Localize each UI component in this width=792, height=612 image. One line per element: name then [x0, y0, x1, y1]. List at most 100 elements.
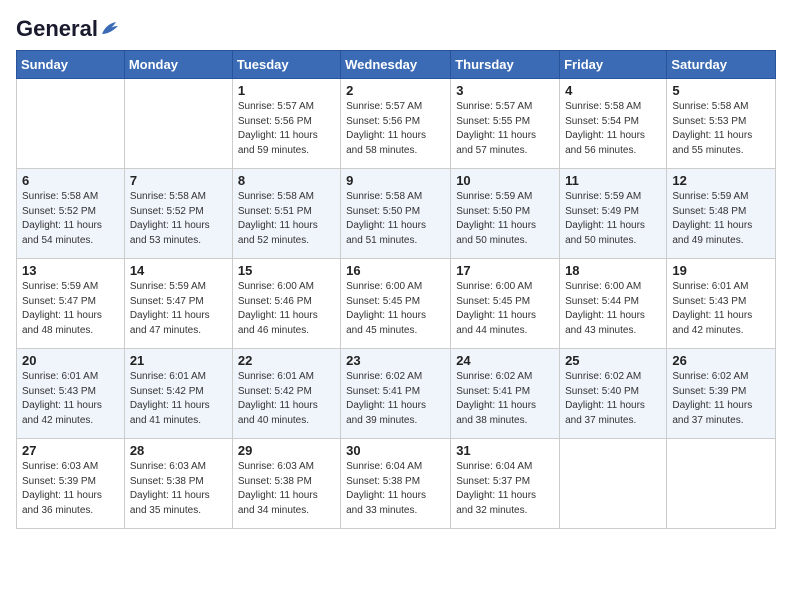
weekday-header-row: SundayMondayTuesdayWednesdayThursdayFrid… — [17, 51, 776, 79]
weekday-header-friday: Friday — [560, 51, 667, 79]
weekday-header-saturday: Saturday — [667, 51, 776, 79]
day-number: 6 — [22, 173, 119, 188]
day-info: Sunrise: 6:02 AMSunset: 5:40 PMDaylight:… — [565, 370, 661, 428]
day-info: Sunrise: 6:04 AMSunset: 5:37 PMDaylight:… — [456, 460, 554, 518]
day-number: 26 — [672, 353, 770, 368]
day-info: Sunrise: 5:59 AMSunset: 5:50 PMDaylight:… — [456, 190, 554, 248]
day-info: Sunrise: 5:59 AMSunset: 5:48 PMDaylight:… — [672, 190, 770, 248]
day-info: Sunrise: 6:02 AMSunset: 5:41 PMDaylight:… — [346, 370, 445, 428]
day-number: 13 — [22, 263, 119, 278]
calendar-cell: 14Sunrise: 5:59 AMSunset: 5:47 PMDayligh… — [124, 259, 232, 349]
day-number: 28 — [130, 443, 227, 458]
day-info: Sunrise: 5:58 AMSunset: 5:54 PMDaylight:… — [565, 100, 661, 158]
weekday-header-sunday: Sunday — [17, 51, 125, 79]
calendar-cell: 31 Sunrise: 6:04 AMSunset: 5:37 PMDayligh… — [451, 439, 560, 529]
day-info: Sunrise: 6:04 AMSunset: 5:38 PMDaylight:… — [346, 460, 445, 518]
calendar-cell — [17, 79, 125, 169]
day-info: Sunrise: 6:01 AMSunset: 5:43 PMDaylight:… — [672, 280, 770, 338]
day-number: 1 — [238, 83, 335, 98]
day-info: Sunrise: 6:03 AMSunset: 5:39 PMDaylight:… — [22, 460, 119, 518]
day-info: Sunrise: 5:59 AMSunset: 5:47 PMDaylight:… — [22, 280, 119, 338]
day-info: Sunrise: 6:01 AMSunset: 5:42 PMDaylight:… — [238, 370, 335, 428]
weekday-header-tuesday: Tuesday — [232, 51, 340, 79]
calendar-cell: 7Sunrise: 5:58 AMSunset: 5:52 PMDaylight… — [124, 169, 232, 259]
calendar-cell: 27 Sunrise: 6:03 AMSunset: 5:39 PMDayligh… — [17, 439, 125, 529]
day-number: 14 — [130, 263, 227, 278]
day-info: Sunrise: 5:57 AMSunset: 5:56 PMDaylight:… — [346, 100, 445, 158]
day-number: 2 — [346, 83, 445, 98]
calendar-cell: 6 Sunrise: 5:58 AMSunset: 5:52 PMDaylight… — [17, 169, 125, 259]
day-number: 20 — [22, 353, 119, 368]
calendar-cell: 28 Sunrise: 6:03 AMSunset: 5:38 PMDayligh… — [124, 439, 232, 529]
day-number: 16 — [346, 263, 445, 278]
day-info: Sunrise: 6:02 AMSunset: 5:41 PMDaylight:… — [456, 370, 554, 428]
day-number: 27 — [22, 443, 119, 458]
day-info: Sunrise: 6:03 AMSunset: 5:38 PMDaylight:… — [130, 460, 227, 518]
calendar-cell: 21 Sunrise: 6:01 AMSunset: 5:42 PMDayligh… — [124, 349, 232, 439]
day-info: Sunrise: 5:59 AMSunset: 5:49 PMDaylight:… — [565, 190, 661, 248]
day-info: Sunrise: 6:00 AMSunset: 5:46 PMDaylight:… — [238, 280, 335, 338]
calendar-cell: 4 Sunrise: 5:58 AMSunset: 5:54 PMDaylight… — [560, 79, 667, 169]
day-info: Sunrise: 6:00 AMSunset: 5:45 PMDaylight:… — [456, 280, 554, 338]
calendar-cell: 23 Sunrise: 6:02 AMSunset: 5:41 PMDayligh… — [341, 349, 451, 439]
day-number: 12 — [672, 173, 770, 188]
calendar-cell: 19Sunrise: 6:01 AMSunset: 5:43 PMDayligh… — [667, 259, 776, 349]
calendar-body: 1 Sunrise: 5:57 AMSunset: 5:56 PMDaylight… — [17, 79, 776, 529]
calendar-week-row: 27 Sunrise: 6:03 AMSunset: 5:39 PMDayligh… — [17, 439, 776, 529]
weekday-header-monday: Monday — [124, 51, 232, 79]
day-number: 23 — [346, 353, 445, 368]
day-info: Sunrise: 5:57 AMSunset: 5:56 PMDaylight:… — [238, 100, 335, 158]
page-header: General — [16, 16, 776, 38]
logo-bird-icon — [98, 20, 120, 38]
day-info: Sunrise: 5:58 AMSunset: 5:52 PMDaylight:… — [22, 190, 119, 248]
calendar-cell — [560, 439, 667, 529]
day-number: 17 — [456, 263, 554, 278]
day-number: 10 — [456, 173, 554, 188]
day-number: 3 — [456, 83, 554, 98]
day-info: Sunrise: 5:58 AMSunset: 5:50 PMDaylight:… — [346, 190, 445, 248]
day-number: 29 — [238, 443, 335, 458]
calendar-cell: 25Sunrise: 6:02 AMSunset: 5:40 PMDayligh… — [560, 349, 667, 439]
calendar-cell: 29Sunrise: 6:03 AMSunset: 5:38 PMDayligh… — [232, 439, 340, 529]
calendar-cell: 8Sunrise: 5:58 AMSunset: 5:51 PMDaylight… — [232, 169, 340, 259]
day-number: 15 — [238, 263, 335, 278]
day-number: 31 — [456, 443, 554, 458]
calendar-cell: 2 Sunrise: 5:57 AMSunset: 5:56 PMDaylight… — [341, 79, 451, 169]
day-info: Sunrise: 5:58 AMSunset: 5:52 PMDaylight:… — [130, 190, 227, 248]
calendar-cell: 10 Sunrise: 5:59 AMSunset: 5:50 PMDayligh… — [451, 169, 560, 259]
day-info: Sunrise: 6:01 AMSunset: 5:42 PMDaylight:… — [130, 370, 227, 428]
calendar-cell: 5Sunrise: 5:58 AMSunset: 5:53 PMDaylight… — [667, 79, 776, 169]
calendar-cell: 20 Sunrise: 6:01 AMSunset: 5:43 PMDayligh… — [17, 349, 125, 439]
calendar-cell: 12 Sunrise: 5:59 AMSunset: 5:48 PMDayligh… — [667, 169, 776, 259]
calendar-cell: 26Sunrise: 6:02 AMSunset: 5:39 PMDayligh… — [667, 349, 776, 439]
calendar-cell: 30Sunrise: 6:04 AMSunset: 5:38 PMDayligh… — [341, 439, 451, 529]
day-info: Sunrise: 5:58 AMSunset: 5:51 PMDaylight:… — [238, 190, 335, 248]
calendar-cell: 13 Sunrise: 5:59 AMSunset: 5:47 PMDayligh… — [17, 259, 125, 349]
day-number: 21 — [130, 353, 227, 368]
day-info: Sunrise: 6:01 AMSunset: 5:43 PMDaylight:… — [22, 370, 119, 428]
day-number: 24 — [456, 353, 554, 368]
weekday-header-thursday: Thursday — [451, 51, 560, 79]
calendar-cell: 18 Sunrise: 6:00 AMSunset: 5:44 PMDayligh… — [560, 259, 667, 349]
calendar-cell: 1 Sunrise: 5:57 AMSunset: 5:56 PMDaylight… — [232, 79, 340, 169]
day-number: 4 — [565, 83, 661, 98]
calendar-cell — [124, 79, 232, 169]
logo: General — [16, 16, 120, 38]
calendar-week-row: 20 Sunrise: 6:01 AMSunset: 5:43 PMDayligh… — [17, 349, 776, 439]
calendar-cell: 16 Sunrise: 6:00 AMSunset: 5:45 PMDayligh… — [341, 259, 451, 349]
calendar-cell: 15 Sunrise: 6:00 AMSunset: 5:46 PMDayligh… — [232, 259, 340, 349]
calendar-week-row: 13 Sunrise: 5:59 AMSunset: 5:47 PMDayligh… — [17, 259, 776, 349]
calendar-cell: 24 Sunrise: 6:02 AMSunset: 5:41 PMDayligh… — [451, 349, 560, 439]
calendar-table: SundayMondayTuesdayWednesdayThursdayFrid… — [16, 50, 776, 529]
day-number: 22 — [238, 353, 335, 368]
day-number: 11 — [565, 173, 661, 188]
day-info: Sunrise: 6:00 AMSunset: 5:45 PMDaylight:… — [346, 280, 445, 338]
calendar-week-row: 6 Sunrise: 5:58 AMSunset: 5:52 PMDaylight… — [17, 169, 776, 259]
day-number: 18 — [565, 263, 661, 278]
weekday-header-wednesday: Wednesday — [341, 51, 451, 79]
calendar-cell — [667, 439, 776, 529]
calendar-week-row: 1 Sunrise: 5:57 AMSunset: 5:56 PMDaylight… — [17, 79, 776, 169]
day-info: Sunrise: 6:00 AMSunset: 5:44 PMDaylight:… — [565, 280, 661, 338]
day-info: Sunrise: 5:58 AMSunset: 5:53 PMDaylight:… — [672, 100, 770, 158]
calendar-cell: 9Sunrise: 5:58 AMSunset: 5:50 PMDaylight… — [341, 169, 451, 259]
